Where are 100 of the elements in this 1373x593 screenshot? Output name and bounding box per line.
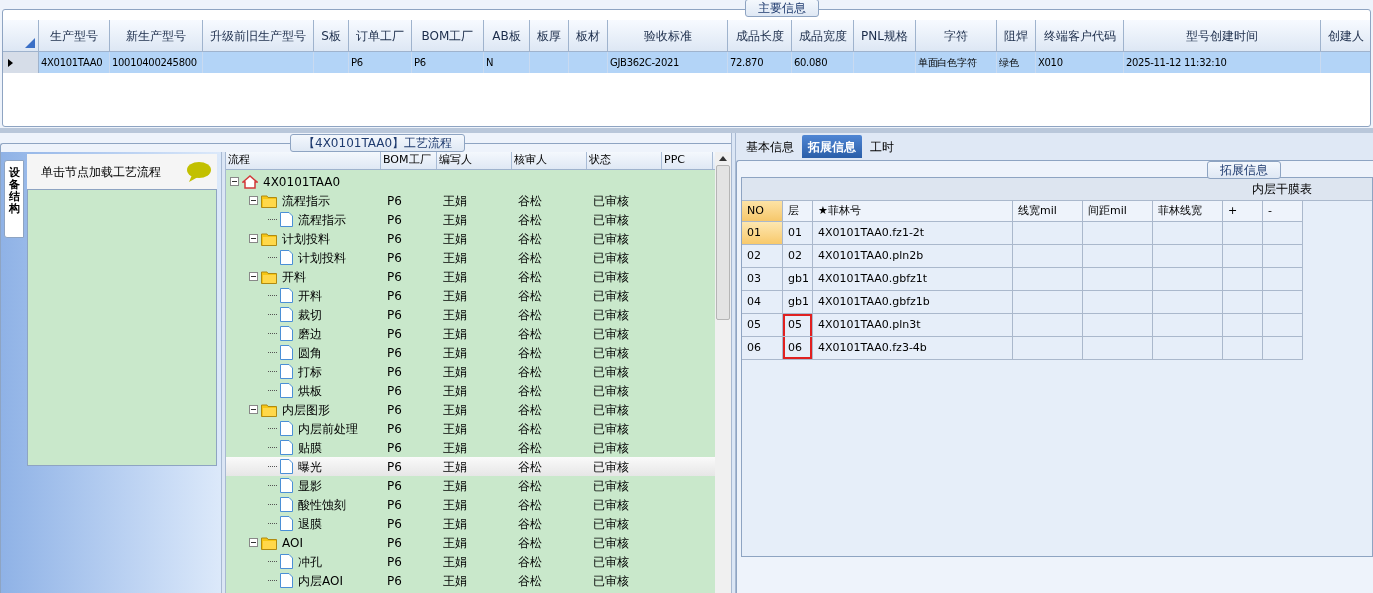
table-cell: 谷松 <box>518 573 542 588</box>
column-header[interactable]: PNL规格 <box>861 26 908 45</box>
tree-row[interactable]: 圆角 P6 王娟 谷松 已审核 <box>226 343 715 362</box>
table-cell-text: N <box>486 56 494 70</box>
tree-row[interactable]: 内层图形 P6 王娟 谷松 已审核 <box>226 400 715 419</box>
column-header[interactable]: AB板 <box>492 26 521 45</box>
table-title: 内层干膜表 <box>1252 181 1312 198</box>
table-cell: 已审核 <box>593 459 629 474</box>
table-cell: 谷松 <box>518 402 542 417</box>
column-header[interactable]: 编写人 <box>439 152 472 169</box>
column-header[interactable]: 板材 <box>576 26 600 45</box>
table-cell-text: 单面白色字符 <box>918 56 977 70</box>
collapse-icon[interactable] <box>249 538 258 547</box>
column-header[interactable]: 状态 <box>589 152 611 169</box>
table-cell: 谷松 <box>518 516 542 531</box>
table-cell: P6 <box>387 193 402 208</box>
table-cell-text: gb1 <box>788 293 809 310</box>
collapse-icon[interactable] <box>249 196 258 205</box>
side-tab[interactable]: 设备结构 <box>4 160 24 238</box>
table-cell-text: 72.870 <box>730 56 764 70</box>
table-row[interactable]: 01 01 4X0101TAA0.fz1-2t <box>742 222 1372 245</box>
table-cell: 谷松 <box>518 326 542 341</box>
column-header[interactable]: 型号创建时间 <box>1186 26 1258 45</box>
table-cell: 王娟 <box>443 250 467 265</box>
tab[interactable]: 基本信息 <box>740 135 800 158</box>
tree-row[interactable]: 开料 P6 王娟 谷松 已审核 <box>226 286 715 305</box>
table-row[interactable]: 06 06 4X0101TAA0.fz3-4b <box>742 337 1372 360</box>
column-header[interactable]: 流程 <box>228 152 250 169</box>
table-cell: P6 <box>387 345 402 360</box>
tree-row[interactable]: 内层前处理 P6 王娟 谷松 已审核 <box>226 419 715 438</box>
column-header[interactable]: ★菲林号 <box>818 202 861 220</box>
table-cell: 王娟 <box>443 326 467 341</box>
tree-row[interactable]: 酸性蚀刻 P6 王娟 谷松 已审核 <box>226 495 715 514</box>
tree-row[interactable]: 内层AOI P6 王娟 谷松 已审核 <box>226 571 715 590</box>
tab[interactable]: 拓展信息 <box>802 135 862 158</box>
tab[interactable]: 工时 <box>864 135 900 158</box>
column-header[interactable]: 字符 <box>944 26 968 45</box>
column-header[interactable]: 验收标准 <box>643 26 692 45</box>
tree-row[interactable]: 曝光 P6 王娟 谷松 已审核 <box>226 457 715 476</box>
table-cell: P6 <box>387 459 402 474</box>
column-header[interactable]: 创建人 <box>1327 26 1364 45</box>
table-cell: 王娟 <box>443 535 467 550</box>
tree-row[interactable]: 显影 P6 王娟 谷松 已审核 <box>226 476 715 495</box>
table-cell: 王娟 <box>443 383 467 398</box>
tree-row[interactable]: 计划投料 P6 王娟 谷松 已审核 <box>226 248 715 267</box>
tree-row[interactable]: 贴膜 P6 王娟 谷松 已审核 <box>226 438 715 457</box>
column-header[interactable]: 生产型号 <box>50 26 98 45</box>
tree-row[interactable]: 计划投料 P6 王娟 谷松 已审核 <box>226 229 715 248</box>
table-cell: 已审核 <box>593 402 629 417</box>
tree-row[interactable]: 4X0101TAA0 <box>226 172 715 191</box>
table-cell: 谷松 <box>518 212 542 227</box>
table-row[interactable]: 04 gb1 4X0101TAA0.gbfz1b <box>742 291 1372 314</box>
table-row[interactable]: 4X0101TAA0 10010400245800 P6 P6 N GJB362C-2021 72.870 60.080 单面白色字符 绿色 X010 2025-11-12 11:32:10 <box>3 52 1370 73</box>
collapse-icon[interactable] <box>249 405 258 414</box>
scroll-thumb[interactable] <box>716 165 730 320</box>
table-cell-text: 02 <box>788 247 802 264</box>
tree-row[interactable]: 冲孔 P6 王娟 谷松 已审核 <box>226 552 715 571</box>
column-header[interactable]: 升级前旧生产型号 <box>210 26 306 45</box>
tree-row[interactable]: 打标 P6 王娟 谷松 已审核 <box>226 362 715 381</box>
scrollbar[interactable] <box>715 152 731 593</box>
collapse-icon[interactable] <box>249 272 258 281</box>
table-cell-text: 4X0101TAA0.gbfz1b <box>818 293 930 310</box>
column-header[interactable]: 成品长度 <box>735 26 784 45</box>
column-header[interactable]: 阻焊 <box>1004 26 1028 45</box>
tree-row[interactable]: 开料 P6 王娟 谷松 已审核 <box>226 267 715 286</box>
document-icon <box>280 440 293 455</box>
scroll-up-icon[interactable] <box>719 156 727 161</box>
tree-node-label: 计划投料 <box>282 230 330 248</box>
column-header[interactable]: BOM工厂 <box>383 152 431 169</box>
tree-node-label: 磨边 <box>298 325 322 343</box>
column-header[interactable]: 新生产型号 <box>126 26 186 45</box>
tree-row[interactable]: 裁切 P6 王娟 谷松 已审核 <box>226 305 715 324</box>
group-title: 【4X0101TAA0】工艺流程 <box>290 134 466 152</box>
table-row[interactable]: 05 05 4X0101TAA0.pln3t <box>742 314 1372 337</box>
tree-node-label: 圆角 <box>298 344 322 362</box>
column-header[interactable]: PPC <box>664 152 685 169</box>
collapse-icon[interactable] <box>230 177 239 186</box>
column-header[interactable]: 终端客户代码 <box>1043 26 1116 45</box>
tree-row[interactable]: 退膜 P6 王娟 谷松 已审核 <box>226 514 715 533</box>
column-header[interactable]: - <box>1268 202 1272 220</box>
column-header[interactable]: 核审人 <box>514 152 547 169</box>
table-row[interactable]: 02 02 4X0101TAA0.pln2b <box>742 245 1372 268</box>
tree-row[interactable]: 烘板 P6 王娟 谷松 已审核 <box>226 381 715 400</box>
tree-row[interactable]: 磨边 P6 王娟 谷松 已审核 <box>226 324 715 343</box>
table-cell: 已审核 <box>593 497 629 512</box>
table-cell-text: 01 <box>747 224 761 241</box>
tree-row[interactable]: 流程指示 P6 王娟 谷松 已审核 <box>226 191 715 210</box>
table-cell: 王娟 <box>443 231 467 246</box>
tree-row[interactable]: AOI P6 王娟 谷松 已审核 <box>226 533 715 552</box>
collapse-icon[interactable] <box>249 234 258 243</box>
column-header[interactable]: S板 <box>321 26 341 45</box>
table-cell: P6 <box>387 440 402 455</box>
column-header[interactable]: 板厚 <box>537 26 561 45</box>
table-cell-text: 06 <box>747 339 761 356</box>
tree-row[interactable]: 流程指示 P6 王娟 谷松 已审核 <box>226 210 715 229</box>
table-row[interactable]: 03 gb1 4X0101TAA0.gbfz1t <box>742 268 1372 291</box>
column-header[interactable]: 成品宽度 <box>798 26 847 45</box>
column-header[interactable]: 订单工厂 <box>356 26 404 45</box>
table-cell-text: 01 <box>788 224 802 241</box>
column-header[interactable]: BOM工厂 <box>421 26 474 45</box>
